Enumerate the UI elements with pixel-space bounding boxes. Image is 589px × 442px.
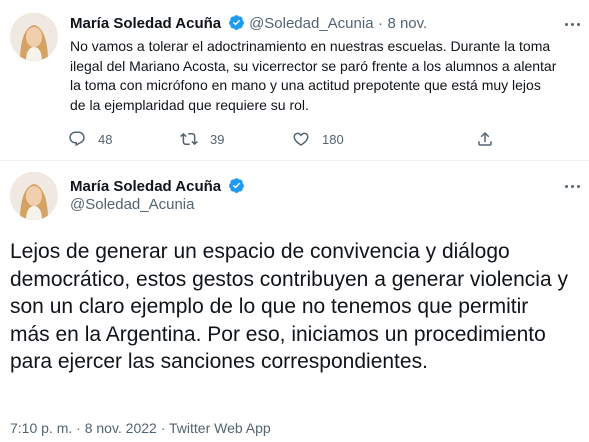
tweet-focused: María Soledad Acuña @Soledad_Acunia Lejo… [10,166,585,436]
separator: · [378,15,383,32]
reply-button[interactable]: 48 [68,130,112,148]
avatar[interactable] [10,13,58,61]
like-button[interactable]: 180 [292,130,344,148]
tweet-text: No vamos a tolerar el adoctrinamiento en… [70,38,557,113]
author-handle[interactable]: @Soledad_Acunia [249,15,373,32]
divider [0,160,589,161]
share-icon [478,131,492,146]
share-button[interactable] [476,130,506,148]
heart-icon [293,132,309,146]
tweet-header: María Soledad Acuña @Soledad_Acunia · 8 … [70,14,427,33]
tweet-text: Lejos de generar un espacio de convivenc… [10,240,568,373]
verified-badge-icon [228,15,244,30]
author-handle[interactable]: @Soledad_Acunia [70,196,194,213]
avatar[interactable] [10,172,58,220]
reply-icon [69,131,85,147]
tweet-actions: 48 39 180 [68,130,508,150]
more-icon[interactable] [562,178,582,194]
retweet-icon [180,132,198,146]
author-name[interactable]: María Soledad Acuña [70,178,221,195]
retweet-count: 39 [210,131,225,147]
more-icon[interactable] [562,16,582,32]
retweet-button[interactable]: 39 [180,130,224,148]
author-name-line: María Soledad Acuña [70,177,245,196]
author-name[interactable]: María Soledad Acuña [70,15,221,32]
like-count: 180 [322,131,344,147]
tweet-parent[interactable]: María Soledad Acuña @Soledad_Acunia · 8 … [10,8,585,156]
tweet-timestamp[interactable]: 7:10 p. m. · 8 nov. 2022 · Twitter Web A… [10,420,271,436]
tweet-date[interactable]: 8 nov. [387,15,427,32]
verified-badge-icon [228,178,244,193]
reply-count: 48 [98,131,113,147]
